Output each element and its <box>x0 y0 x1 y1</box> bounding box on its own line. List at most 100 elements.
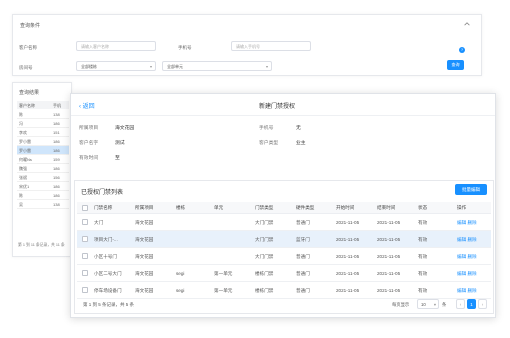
page-size-label: 每页显示 <box>392 302 410 307</box>
row-checkbox[interactable] <box>82 270 88 276</box>
cell-hardware-type: 普通门 <box>296 220 310 225</box>
phone-input[interactable]: 请输入手机号 <box>231 41 311 51</box>
result-row[interactable]: 陈 138 <box>17 110 69 119</box>
cell-start-time: 2021-11-05 <box>336 237 360 242</box>
result-row[interactable]: 吴 138 <box>17 200 69 209</box>
building-select-value: 全部楼栋 <box>81 64 97 69</box>
col-actions: 操作 <box>457 205 467 210</box>
select-all-checkbox[interactable] <box>82 205 88 211</box>
back-link[interactable]: ‹ 返回 <box>79 101 95 110</box>
col-hardware-type: 硬件类型 <box>296 205 315 210</box>
result-col-name: 客户名称 <box>19 103 35 108</box>
cell-door-name: 停车场设备门 <box>94 288 122 293</box>
table-row[interactable]: 小区十号门 海文花园 大门门禁 普通门 2021-11-05 2021-11-0… <box>77 248 491 265</box>
col-end-time: 结束时间 <box>377 205 396 210</box>
cell-end-time: 2021-11-05 <box>377 271 401 276</box>
chevron-down-icon: ▾ <box>149 64 152 69</box>
col-building: 楼栋 <box>176 205 186 210</box>
row-checkbox[interactable] <box>82 287 88 293</box>
unit-select-value: 全部单元 <box>167 64 183 69</box>
cell-hardware-type: 普通门 <box>296 288 310 293</box>
cell-status: 有效 <box>418 254 428 259</box>
result-row[interactable]: 魏强 186 <box>17 164 69 173</box>
page-size-unit: 条 <box>442 302 447 307</box>
cell-door-type: 楼栋门禁 <box>255 271 274 276</box>
row-actions[interactable]: 编辑 删除 <box>457 271 477 277</box>
result-row[interactable]: 冯 186 <box>17 119 69 128</box>
table-row-selected[interactable]: 项目大门-... 海文花园 大门门禁 蓝牙门 2021-11-05 2021-1… <box>77 231 491 248</box>
customer-name-label: 客户名称 <box>19 45 37 50</box>
cell-status: 有效 <box>418 288 428 293</box>
result-row[interactable]: 何曜Ns 159 <box>17 155 69 164</box>
cell-hardware-type: 普通门 <box>296 254 310 259</box>
page-1-button[interactable]: 1 <box>467 299 476 309</box>
result-panel: 查询结果 客户名称 手机 陈 138 冯 186 李欢 151 罗小雷 186 罗小雷 1… <box>12 82 72 257</box>
cell-status: 有效 <box>418 220 428 225</box>
cell-door-type: 楼栋门禁 <box>255 288 274 293</box>
row-actions[interactable]: 编辑 删除 <box>457 237 477 243</box>
result-row[interactable]: 罗小雷 186 <box>17 137 69 146</box>
chevron-down-icon: ▾ <box>433 302 436 307</box>
table-row[interactable]: 停车场设备门 海文花园 segi 第一单元 楼栋门禁 普通门 2021-11-0… <box>77 282 491 299</box>
cell-project: 海文花园 <box>135 288 154 293</box>
row-checkbox[interactable] <box>82 253 88 259</box>
table-row[interactable]: 小区二号大门 海文花园 segi 第一单元 楼栋门禁 普通门 2021-11-0… <box>77 265 491 282</box>
help-icon[interactable]: ? <box>459 47 465 53</box>
cell-unit: 第一单元 <box>214 288 233 293</box>
row-actions[interactable]: 编辑 删除 <box>457 254 477 260</box>
cell-door-name: 项目大门-... <box>94 237 118 242</box>
cell-status: 有效 <box>418 237 428 242</box>
unit-select[interactable]: 全部单元 ▾ <box>162 61 272 71</box>
chevron-down-icon: ▾ <box>265 64 268 69</box>
row-checkbox[interactable] <box>82 236 88 242</box>
cell-building: segi <box>176 288 185 293</box>
customer-name-input[interactable]: 请输入客户名称 <box>76 41 156 51</box>
result-row[interactable]: 张斌 156 <box>17 173 69 182</box>
valid-time-value: 至 <box>115 156 120 161</box>
cell-end-time: 2021-11-05 <box>377 288 401 293</box>
cell-project: 海文花园 <box>135 220 154 225</box>
result-row-selected[interactable]: 罗小雷 186 <box>17 146 69 155</box>
col-door-name: 门禁名称 <box>94 205 113 210</box>
building-select[interactable]: 全部楼栋 ▾ <box>76 61 156 71</box>
row-checkbox[interactable] <box>82 219 88 225</box>
col-status: 状态 <box>418 205 428 210</box>
result-col-phone: 手机 <box>53 103 61 108</box>
phone-info-value: 无 <box>296 126 301 131</box>
result-row[interactable]: 陈 186 <box>17 191 69 200</box>
prev-page-button[interactable]: ‹ <box>456 299 465 309</box>
row-actions[interactable]: 编辑 删除 <box>457 220 477 226</box>
cell-start-time: 2021-11-05 <box>336 220 360 225</box>
cell-project: 海文花园 <box>135 271 154 276</box>
phone-label: 手机号 <box>178 45 192 50</box>
table-row[interactable]: 大门 海文花园 大门门禁 普通门 2021-11-05 2021-11-05 有… <box>77 214 491 231</box>
authorization-modal: ‹ 返回 新建门禁授权 所属项目 海文花园 手机号 无 客户名字 测试 客户类型… <box>70 93 496 318</box>
cell-project: 海文花园 <box>135 237 154 242</box>
result-row[interactable]: 宋优1 186 <box>17 182 69 191</box>
cell-end-time: 2021-11-05 <box>377 237 401 242</box>
customer-label: 客户名字 <box>79 141 99 146</box>
project-label: 所属项目 <box>79 126 99 131</box>
cell-door-name: 小区二号大门 <box>94 271 122 276</box>
search-button[interactable]: 查询 <box>447 60 464 70</box>
batch-edit-button[interactable]: 批量编辑 <box>455 184 487 195</box>
modal-header: ‹ 返回 新建门禁授权 <box>71 94 495 116</box>
page-size-select[interactable]: 10 ▾ <box>417 299 439 309</box>
col-door-type: 门禁类型 <box>255 205 274 210</box>
cell-end-time: 2021-11-05 <box>377 254 401 259</box>
cell-unit: 第一单元 <box>214 271 233 276</box>
row-actions[interactable]: 编辑 删除 <box>457 288 477 294</box>
customer-type-value: 业主 <box>296 141 306 146</box>
valid-time-label: 有效时间 <box>79 156 99 161</box>
cell-door-type: 大门门禁 <box>255 254 274 259</box>
result-footer: 第 1 到 11 条记录，共 11 条 <box>18 243 65 247</box>
cell-status: 有效 <box>418 271 428 276</box>
result-table-header: 客户名称 手机 <box>17 101 69 109</box>
project-value: 海文花园 <box>115 126 135 131</box>
chevron-up-icon[interactable] <box>463 20 471 28</box>
result-row[interactable]: 李欢 151 <box>17 128 69 137</box>
cell-hardware-type: 蓝牙门 <box>296 237 310 242</box>
phone-info-label: 手机号 <box>259 126 274 131</box>
next-page-button[interactable]: › <box>478 299 487 309</box>
cell-project: 海文花园 <box>135 254 154 259</box>
